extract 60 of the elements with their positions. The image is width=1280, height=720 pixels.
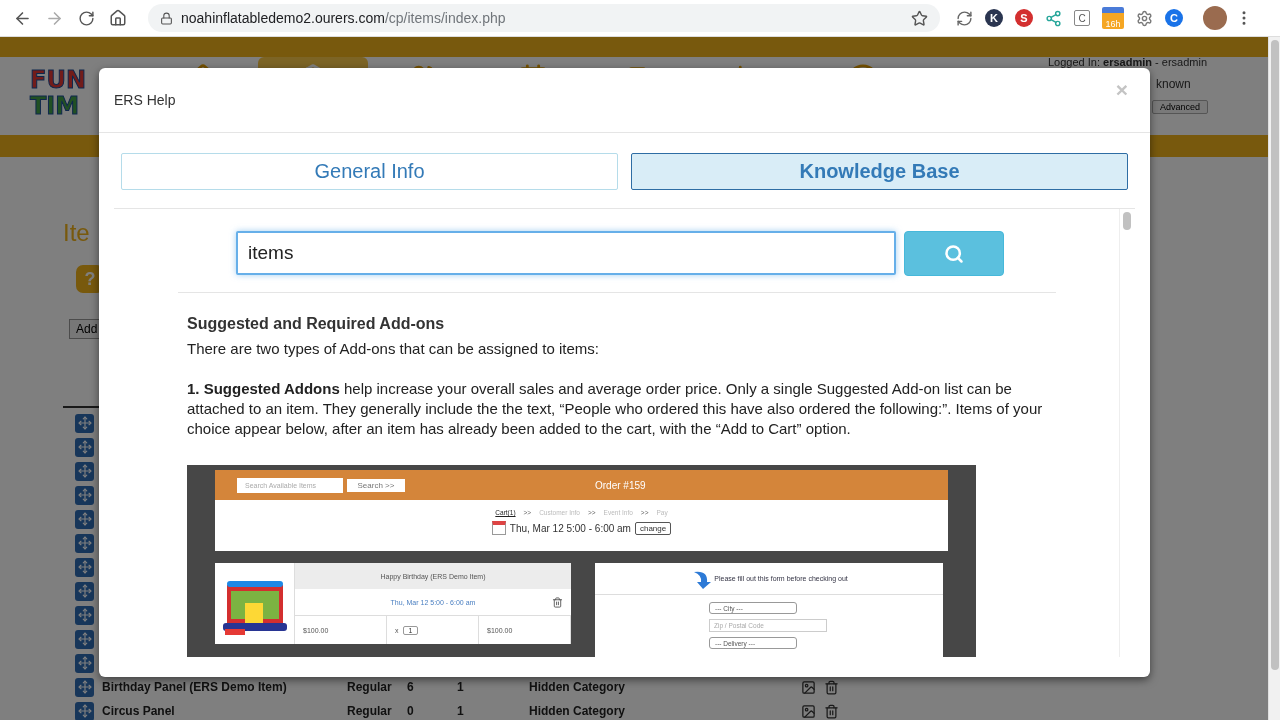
move-handle-icon[interactable] — [75, 437, 94, 457]
page-heading: Ite — [63, 219, 90, 247]
move-handle-icon[interactable] — [75, 485, 94, 505]
search-icon — [944, 243, 964, 264]
bookmark-star-icon[interactable] — [911, 9, 928, 27]
extension-icon[interactable]: S — [1015, 9, 1033, 27]
move-handle-icon[interactable] — [75, 629, 94, 649]
image-icon[interactable] — [801, 703, 816, 719]
event-date: Thu, Mar 12 5:00 - 6:00 am — [509, 522, 631, 534]
move-handle-icon[interactable] — [75, 461, 94, 481]
move-handle-icon[interactable] — [75, 509, 94, 529]
tab[interactable]: Knowledge Base — [631, 153, 1128, 190]
extension-icon[interactable]: C — [1074, 10, 1090, 26]
dialog-title: ERS Help — [114, 92, 176, 108]
extension-icon[interactable]: C — [1165, 9, 1183, 27]
home-icon[interactable] — [109, 9, 127, 27]
table-cell-text: Regular — [346, 704, 393, 718]
move-handle-icon[interactable] — [75, 653, 94, 673]
address-bar[interactable]: noahinflatabledemo2.ourers.com/cp/items/index.php — [148, 4, 940, 32]
status-text: known — [1156, 77, 1192, 91]
move-handle-icon[interactable] — [75, 413, 94, 433]
order-title: Order #159 — [595, 479, 646, 491]
advanced-button[interactable]: Advanced — [1152, 100, 1208, 114]
profile-avatar[interactable] — [1203, 6, 1227, 30]
table-cell-text: Hidden Category — [528, 704, 626, 718]
move-handle-icon[interactable] — [75, 581, 94, 601]
table-cell-text: Birthday Panel (ERS Demo Item) — [101, 680, 288, 694]
gear-icon[interactable] — [1136, 9, 1153, 27]
table-cell-text: 1 — [456, 680, 465, 694]
search-field[interactable]: items — [236, 231, 896, 275]
tab[interactable]: General Info — [121, 153, 618, 190]
trash-icon — [552, 597, 563, 608]
lock-icon — [160, 11, 173, 25]
scrollbar-thumb[interactable] — [1270, 40, 1279, 670]
calendar-icon — [491, 521, 506, 535]
table-cell-text: Hidden Category — [528, 680, 626, 694]
table-cell-text: 1 — [456, 704, 465, 718]
table-cell-text: 6 — [406, 680, 415, 694]
move-handle-icon[interactable] — [75, 557, 94, 577]
table-cell-text: Circus Panel — [101, 704, 176, 718]
scrollbar-thumb[interactable] — [1122, 212, 1131, 230]
logo: FUN TIM — [30, 65, 87, 119]
table-cell-text: 0 — [406, 704, 415, 718]
article-title: Suggested and Required Add-ons — [187, 315, 446, 333]
trash-icon[interactable] — [824, 679, 839, 695]
table-cell-text: Regular — [346, 680, 393, 694]
reload-icon[interactable] — [77, 9, 95, 27]
login-info: Logged In: ersadmin - ersadmin — [1048, 57, 1208, 68]
move-handle-icon[interactable] — [75, 701, 94, 720]
move-handle-icon[interactable] — [75, 533, 94, 553]
search-button[interactable] — [904, 231, 1004, 276]
move-handle-icon[interactable] — [75, 605, 94, 625]
trash-icon[interactable] — [824, 703, 839, 719]
network-icon[interactable] — [1045, 9, 1062, 27]
move-handle-icon[interactable] — [75, 677, 94, 697]
article-paragraph: 1. Suggested Addons help increase your overall sales and average order price. Only a single Suggested Add-on list can be attached to an item. They generally include the the text, “People who ordered this have also ordered the following:”. Items of your choice appear below, after an item has already been added to the cart, with the “Add to Cart” option. — [187, 379, 1044, 439]
sync-icon[interactable] — [956, 9, 973, 27]
extension-icon[interactable]: K — [985, 9, 1003, 27]
article-paragraph: There are two types of Add-ons that can be assigned to items: — [187, 339, 600, 359]
image-icon[interactable] — [801, 679, 816, 695]
